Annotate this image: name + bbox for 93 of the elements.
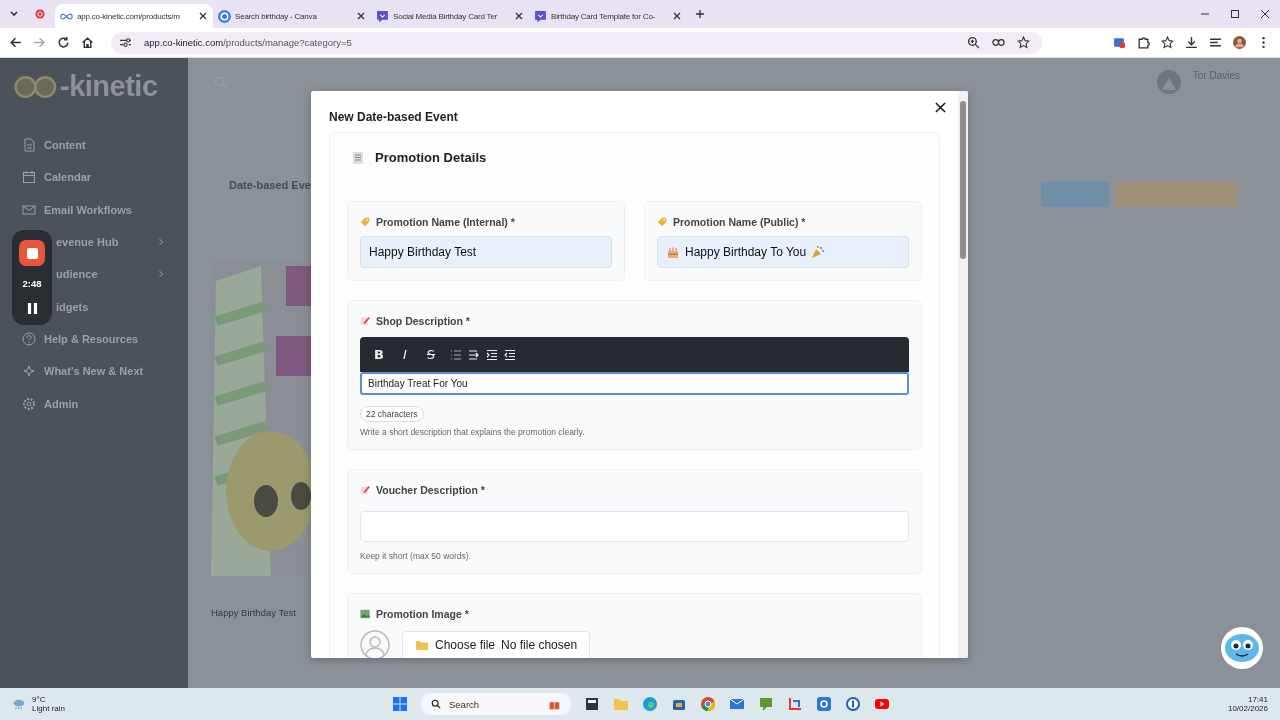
input-field[interactable] xyxy=(360,511,909,542)
weather-text: Light rain xyxy=(32,704,65,713)
cake-icon xyxy=(666,245,680,259)
outdent-icon[interactable] xyxy=(504,348,516,361)
browser-tab[interactable]: Social Media Birthday Card Ter xyxy=(371,4,529,28)
help-icon xyxy=(22,331,36,346)
record-icon xyxy=(35,9,45,19)
url-text: app.co-kinetic.com/products/manage?category=5 xyxy=(144,37,352,48)
close-icon[interactable] xyxy=(672,11,682,21)
tag-icon xyxy=(657,217,667,227)
hint-text: Write a short description that explains the promotion clearly. xyxy=(360,427,586,437)
section-title: Promotion Details xyxy=(375,150,487,165)
strikethrough-button[interactable]: S xyxy=(424,347,438,362)
taskbar-search[interactable]: Search xyxy=(421,693,571,715)
character-count: 22 characters xyxy=(360,406,424,422)
field-label: Promotion Name (Internal) * xyxy=(376,216,515,228)
terminal-icon[interactable] xyxy=(584,696,600,712)
field-label: Voucher Description * xyxy=(376,484,485,496)
logo-text: -kinetic xyxy=(60,70,158,103)
recording-time: 2:48 xyxy=(22,278,42,290)
wrap-icon[interactable] xyxy=(468,348,480,361)
close-icon[interactable] xyxy=(198,11,208,21)
browser-tab[interactable]: Birthday Card Template for Co- xyxy=(529,4,687,28)
scrollbar[interactable] xyxy=(958,91,968,658)
calendar-icon xyxy=(22,170,36,185)
download-icon[interactable] xyxy=(1185,36,1198,49)
home-icon[interactable] xyxy=(81,36,94,49)
menu-icon[interactable] xyxy=(1209,36,1222,49)
zoom-icon[interactable] xyxy=(967,36,980,49)
card-caption: Happy Birthday Test xyxy=(211,607,296,618)
field-label: Shop Description * xyxy=(376,315,470,327)
tab-list-icon[interactable] xyxy=(9,9,19,19)
star-icon[interactable] xyxy=(1161,36,1174,49)
clock-date: 10/02/2026 xyxy=(1227,704,1268,713)
italic-button[interactable]: I xyxy=(398,347,412,362)
bold-button[interactable]: B xyxy=(372,347,386,362)
settings-icon xyxy=(22,396,36,411)
back-icon[interactable] xyxy=(9,36,22,49)
browser-tab[interactable]: Search birthday - Canva xyxy=(213,4,371,28)
new-tab-icon[interactable] xyxy=(695,9,705,19)
tag-icon xyxy=(360,217,370,227)
sparkle-icon xyxy=(22,364,36,379)
close-icon[interactable] xyxy=(356,11,366,21)
chat-icon[interactable] xyxy=(758,696,774,712)
close-icon[interactable] xyxy=(935,102,946,113)
chat-bubble-icon xyxy=(376,9,389,23)
maximize-icon[interactable] xyxy=(1230,9,1240,19)
windows-icon[interactable] xyxy=(392,696,408,712)
cloud-rain-icon xyxy=(12,697,26,711)
memo-icon xyxy=(360,316,370,326)
text-editor[interactable]: Birthday Treat For You xyxy=(360,372,909,395)
clock-time: 17:41 xyxy=(1247,695,1268,704)
folder-icon xyxy=(415,638,429,652)
youtube-icon[interactable] xyxy=(874,696,890,712)
field-label: Promotion Name (Public) * xyxy=(673,216,806,228)
stop-button[interactable] xyxy=(19,240,45,267)
bullet-list-icon[interactable] xyxy=(450,348,462,361)
temperature: 9°C xyxy=(32,695,47,704)
file-input[interactable]: Choose file No file chosen xyxy=(402,630,591,658)
avatar-placeholder-icon xyxy=(360,630,390,658)
extension-icon[interactable] xyxy=(1113,36,1126,49)
memo-icon xyxy=(360,485,370,495)
document-icon xyxy=(22,138,36,153)
input-field[interactable]: Happy Birthday Test xyxy=(360,236,612,268)
close-icon[interactable] xyxy=(514,11,524,21)
chat-bubble-icon xyxy=(534,9,547,23)
snipping-icon[interactable] xyxy=(787,696,803,712)
close-icon[interactable] xyxy=(1260,9,1270,19)
site-settings-icon[interactable] xyxy=(119,36,132,49)
search-icon xyxy=(431,699,441,709)
address-field[interactable]: app.co-kinetic.com/products/manage?category=5 xyxy=(111,31,1042,54)
pause-icon[interactable] xyxy=(26,301,38,315)
mail-icon xyxy=(22,202,36,217)
avatar-icon[interactable] xyxy=(1233,36,1246,49)
input-field[interactable]: Happy Birthday To You xyxy=(657,236,909,268)
puzzle-icon[interactable] xyxy=(1137,36,1150,49)
reload-icon[interactable] xyxy=(57,36,70,49)
password-manager-icon[interactable] xyxy=(845,696,861,712)
field-label: Promotion Image * xyxy=(376,608,469,620)
chat-mascot-icon[interactable] xyxy=(1220,626,1264,670)
mail-icon[interactable] xyxy=(729,696,745,712)
hint-text: Keep it short (max 50 words). xyxy=(360,551,472,561)
bookmark-star-icon[interactable] xyxy=(1017,36,1030,49)
chrome-icon[interactable] xyxy=(700,696,716,712)
page-heading: Date-based Eve xyxy=(229,179,311,191)
browser-tab[interactable]: app.co-kinetic.com/products/m xyxy=(55,4,213,28)
image-icon xyxy=(360,609,370,619)
modal-title: New Date-based Event xyxy=(329,110,459,124)
indent-icon[interactable] xyxy=(486,348,498,361)
settings-icon[interactable] xyxy=(816,696,832,712)
notepad-icon xyxy=(351,150,365,165)
party-popper-icon xyxy=(811,245,826,259)
circle-logo-icon xyxy=(218,9,231,23)
